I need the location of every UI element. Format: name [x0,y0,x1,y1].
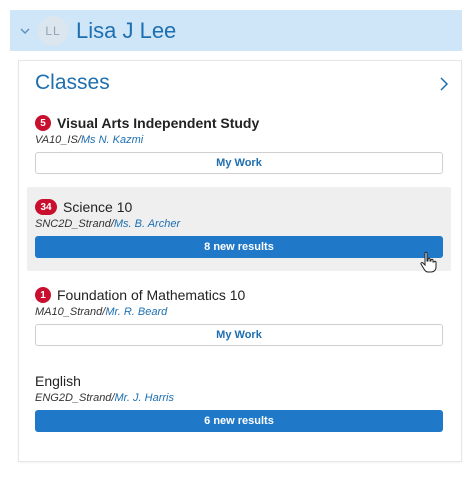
class-code: VA10_IS [35,134,78,146]
class-name[interactable]: Foundation of Mathematics 10 [57,287,245,303]
class-code: ENG2D_Strand [35,392,112,404]
chevron-down-icon[interactable] [18,24,32,38]
teacher-link[interactable]: Mr. R. Beard [105,306,167,318]
class-subtitle: MA10_Strand/Mr. R. Beard [35,306,443,320]
teacher-link[interactable]: Mr. J. Harris [115,392,174,404]
class-subtitle: VA10_IS/Ms N. Kazmi [35,134,443,148]
chevron-right-icon[interactable] [437,75,451,93]
avatar: LL [38,15,68,46]
notification-badge: 5 [35,115,51,131]
class-name[interactable]: English [35,373,81,389]
new-results-button[interactable]: 6 new results [35,410,443,432]
class-card-math: 1 Foundation of Mathematics 10 MA10_Stra… [35,285,443,346]
class-subtitle: SNC2D_Strand/Ms. B. Archer [35,218,443,232]
student-header[interactable]: LL Lisa J Lee [10,10,462,51]
class-name[interactable]: Visual Arts Independent Study [57,115,259,131]
class-card-visual-arts: 5 Visual Arts Independent Study VA10_IS/… [35,113,443,174]
my-work-button[interactable]: My Work [35,324,443,346]
teacher-link[interactable]: Ms N. Kazmi [81,134,143,146]
class-card-science: 34 Science 10 SNC2D_Strand/Ms. B. Archer… [27,187,451,271]
classes-panel: Classes 5 Visual Arts Independent Study … [18,60,462,462]
panel-title[interactable]: Classes [35,71,110,95]
class-card-english: English ENG2D_Strand/Mr. J. Harris 6 new… [35,371,443,432]
student-name: Lisa J Lee [76,17,177,43]
my-work-button[interactable]: My Work [35,152,443,174]
app-root: LL Lisa J Lee Classes 5 Visual Arts Inde… [0,0,468,479]
teacher-link[interactable]: Ms. B. Archer [114,218,180,230]
notification-badge: 34 [35,199,57,215]
notification-badge: 1 [35,287,51,303]
hand-cursor-icon [419,251,437,273]
class-code: SNC2D_Strand [35,218,111,230]
class-subtitle: ENG2D_Strand/Mr. J. Harris [35,392,443,406]
class-code: MA10_Strand [35,306,103,318]
new-results-button[interactable]: 8 new results [35,236,443,258]
class-name[interactable]: Science 10 [63,199,132,215]
